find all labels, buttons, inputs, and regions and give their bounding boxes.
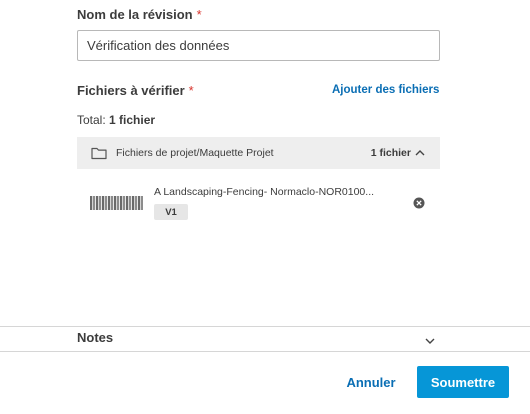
review-name-label: Nom de la révision * — [77, 7, 202, 22]
chevron-up-icon[interactable] — [414, 147, 426, 159]
files-total-prefix: Total: — [77, 113, 106, 127]
folder-icon — [91, 146, 107, 160]
cancel-button[interactable]: Annuler — [340, 366, 402, 398]
notes-bottom-divider — [0, 351, 530, 352]
remove-file-icon[interactable] — [413, 196, 425, 209]
required-mark: * — [188, 83, 194, 98]
file-name[interactable]: A Landscaping-Fencing- Normaclo-NOR0100.… — [154, 186, 374, 198]
submit-button[interactable]: Soumettre — [417, 366, 509, 398]
folder-file-count: 1 fichier — [370, 147, 411, 159]
add-files-link[interactable]: Ajouter des fichiers — [332, 84, 439, 96]
notes-label[interactable]: Notes — [77, 330, 113, 345]
file-thumbnail — [90, 196, 143, 210]
review-name-input[interactable] — [77, 30, 440, 61]
review-name-label-text: Nom de la révision — [77, 7, 193, 22]
version-badge: V1 — [154, 204, 188, 220]
files-label-text: Fichiers à vérifier — [77, 83, 185, 98]
files-total-value: 1 fichier — [109, 113, 156, 127]
files-label: Fichiers à vérifier * — [77, 83, 194, 98]
notes-top-divider — [0, 326, 530, 327]
chevron-down-icon[interactable] — [424, 334, 436, 346]
folder-header[interactable]: Fichiers de projet/Maquette Projet 1 fic… — [77, 137, 440, 169]
required-mark: * — [196, 7, 202, 22]
folder-path: Fichiers de projet/Maquette Projet — [116, 147, 274, 159]
files-total: Total: 1 fichier — [77, 113, 155, 127]
